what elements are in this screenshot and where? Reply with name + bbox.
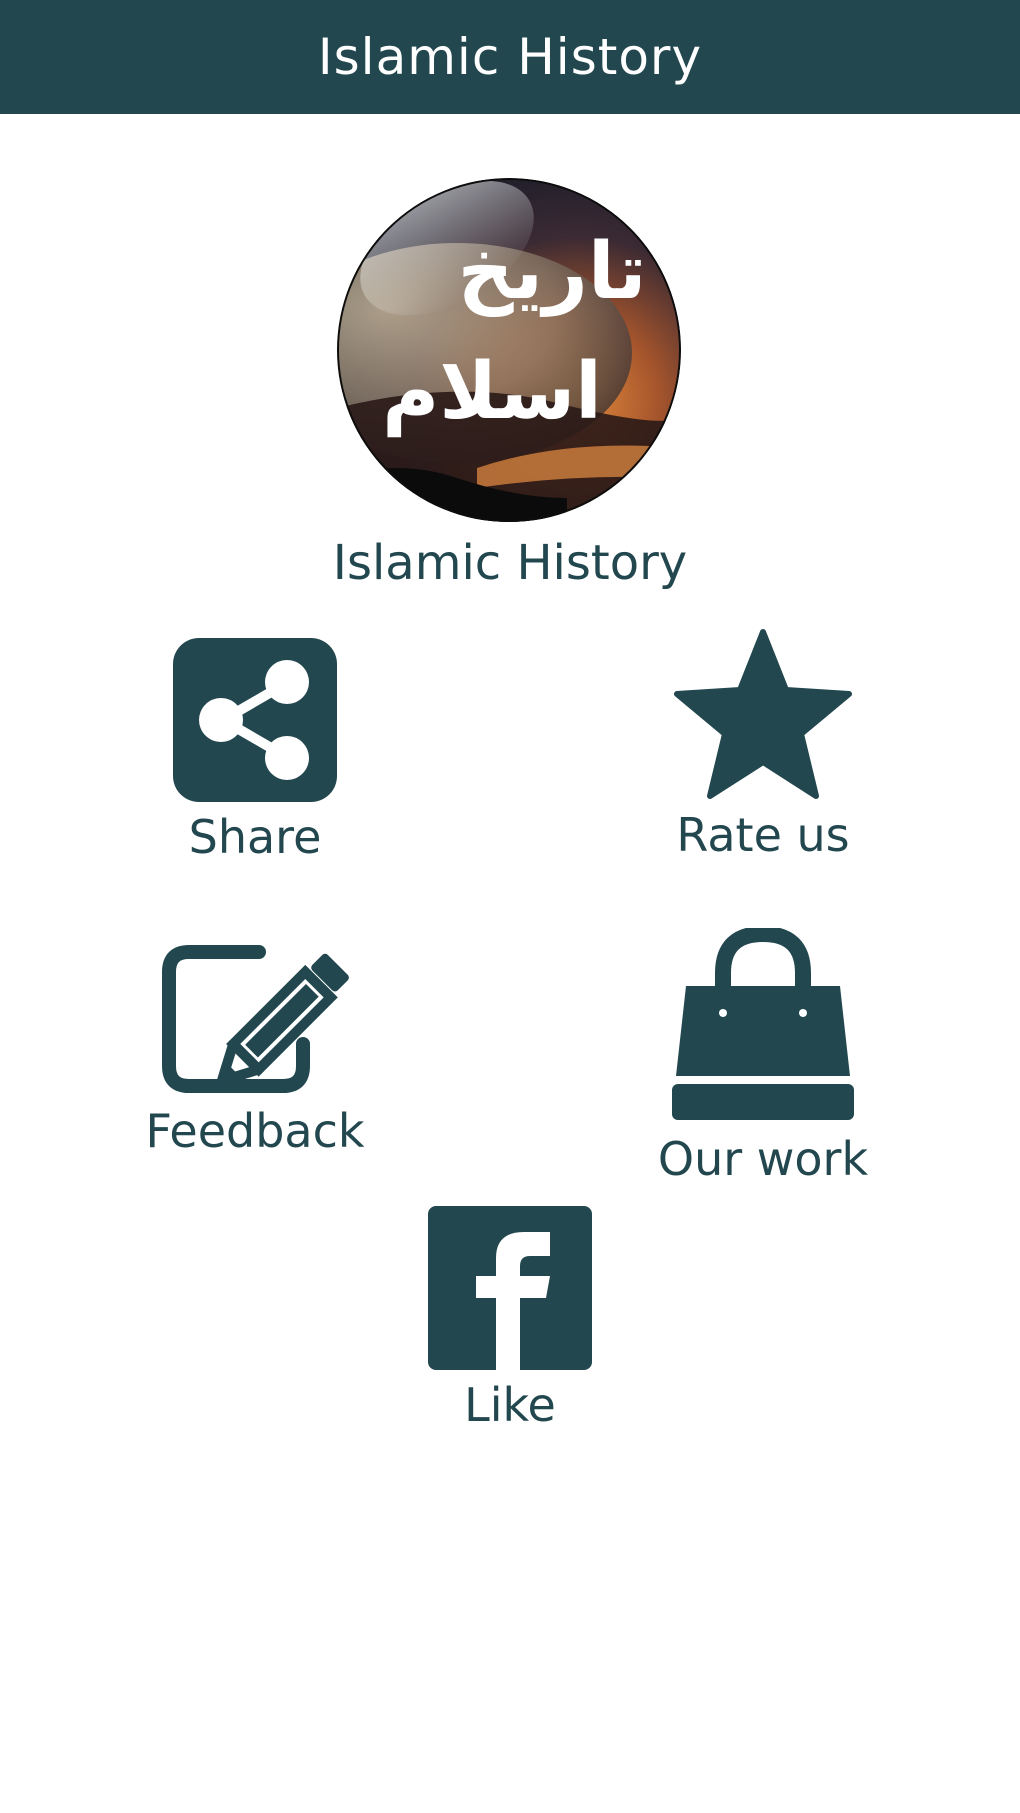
shopping-bag-icon bbox=[666, 928, 860, 1124]
edit-icon bbox=[159, 942, 351, 1096]
feedback-button[interactable]: Feedback bbox=[140, 942, 370, 1158]
share-label: Share bbox=[188, 810, 322, 864]
logo-arabic-line1: تاریخ bbox=[458, 227, 647, 317]
share-button[interactable]: Share bbox=[155, 638, 355, 864]
star-icon bbox=[673, 628, 853, 800]
like-button[interactable]: Like bbox=[410, 1206, 610, 1432]
feedback-label: Feedback bbox=[145, 1104, 365, 1158]
logo-caption: Islamic History bbox=[332, 535, 688, 591]
rate-us-button[interactable]: Rate us bbox=[658, 628, 868, 862]
app-logo: تاریخ اسلام bbox=[337, 178, 681, 522]
our-work-label: Our work bbox=[657, 1132, 869, 1186]
rate-us-label: Rate us bbox=[676, 808, 850, 862]
like-label: Like bbox=[464, 1378, 556, 1432]
facebook-icon bbox=[428, 1206, 592, 1370]
logo-arabic-line2: اسلام bbox=[382, 347, 602, 437]
app-bar: Islamic History bbox=[0, 0, 1020, 114]
share-icon bbox=[173, 638, 337, 802]
app-bar-title: Islamic History bbox=[317, 28, 703, 86]
our-work-button[interactable]: Our work bbox=[648, 928, 878, 1186]
